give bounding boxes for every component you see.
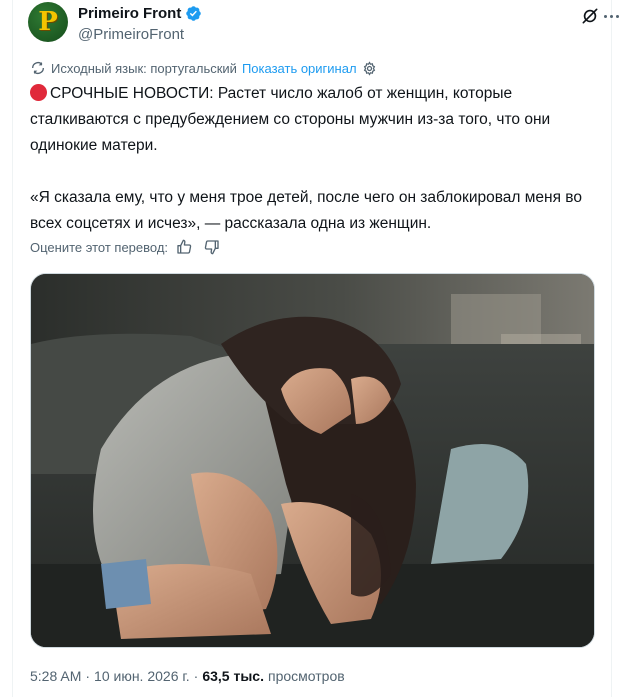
tweet-text-line-1: СРОЧНЫЕ НОВОСТИ: Растет число жалоб от ж…: [30, 85, 551, 154]
show-original-link[interactable]: Показать оригинал: [242, 61, 357, 76]
thumbs-up-icon[interactable]: [176, 239, 192, 255]
meta-separator: ·: [193, 668, 199, 684]
verified-badge-icon: [186, 6, 202, 21]
tweet-paragraph-2: «Я сказала ему, что у меня трое детей, п…: [30, 189, 582, 232]
avatar-letter: P: [38, 7, 58, 37]
source-language: Исходный язык: португальский: [51, 60, 237, 76]
handle[interactable]: @PrimeiroFront: [78, 26, 184, 43]
photo-woman-on-sofa: [31, 274, 594, 647]
meta-separator: ·: [85, 668, 91, 684]
rate-translation: Оцените этот перевод:: [30, 239, 220, 255]
tweet-date[interactable]: 10 июн. 2026 г.: [94, 668, 190, 684]
more-options-icon[interactable]: [600, 6, 622, 26]
tweet-photo[interactable]: [30, 273, 595, 648]
views-label: просмотров: [267, 668, 345, 684]
tweet-meta: 5:28 AM · 10 июн. 2026 г. · 63,5 тыс. пр…: [30, 668, 345, 684]
tweet-header: P Primeiro Front @PrimeiroFront: [28, 2, 619, 46]
avatar[interactable]: P: [28, 2, 68, 42]
settings-gear-icon[interactable]: [362, 60, 377, 76]
tweet-time[interactable]: 5:28 AM: [30, 668, 81, 684]
tweet-paragraph-1: СРОЧНЫЕ НОВОСТИ: Растет число жалоб от ж…: [30, 81, 590, 159]
display-name[interactable]: Primeiro Front: [78, 5, 181, 22]
red-circle-emoji-icon: [30, 84, 47, 101]
thumbs-down-icon[interactable]: [204, 239, 220, 255]
translate-icon: [32, 62, 44, 74]
grok-icon[interactable]: [580, 6, 600, 26]
tweet-text: СРОЧНЫЕ НОВОСТИ: Растет число жалоб от ж…: [30, 81, 590, 237]
name-row: Primeiro Front: [78, 5, 202, 22]
translation-bar: Исходный язык: португальский Показать ор…: [30, 60, 377, 76]
views-count: 63,5 тыс.: [202, 668, 264, 684]
rate-translation-label: Оцените этот перевод:: [30, 239, 169, 255]
